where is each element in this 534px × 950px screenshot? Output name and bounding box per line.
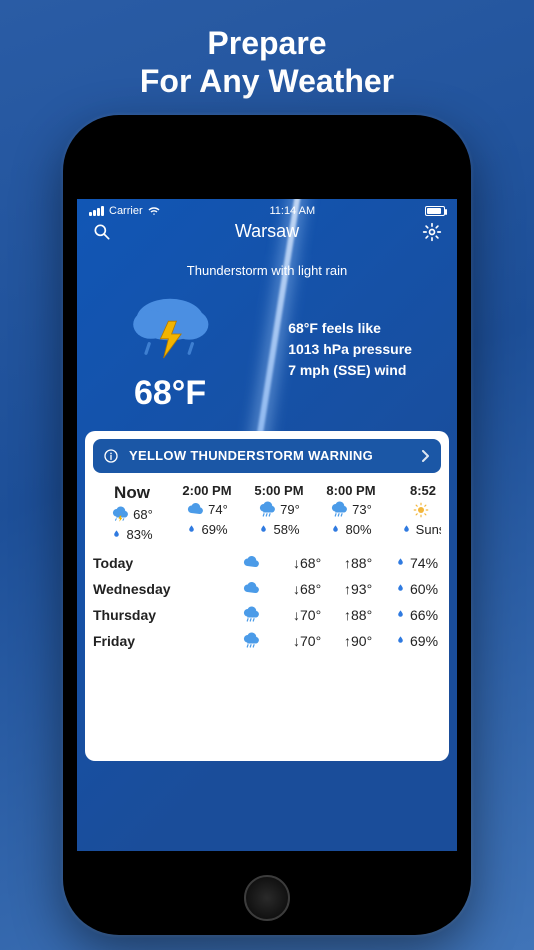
signal-icon xyxy=(89,206,104,216)
day-humidity: 60% xyxy=(395,581,441,597)
app-screen: Carrier 11:14 AM Warsaw Thunderstorm wit… xyxy=(77,199,457,851)
daily-row[interactable]: Wednesday ↓68° ↑93° 60% xyxy=(93,580,441,598)
hourly-col[interactable]: 8:52 Suns xyxy=(387,483,441,537)
hourly-humidity: 80% xyxy=(330,522,371,537)
day-high: ↑93° xyxy=(344,581,390,597)
hourly-humidity: 83% xyxy=(111,527,152,542)
day-high: ↑88° xyxy=(344,607,390,623)
day-humidity: 69% xyxy=(395,633,441,649)
feels-like: 68°F feels like xyxy=(288,318,412,339)
search-icon[interactable] xyxy=(91,221,113,243)
day-low: ↓68° xyxy=(293,555,339,571)
status-bar: Carrier 11:14 AM xyxy=(77,199,457,217)
day-low: ↓70° xyxy=(293,607,339,623)
status-time: 11:14 AM xyxy=(269,205,315,217)
hourly-humidity: 58% xyxy=(258,522,299,537)
daily-forecast[interactable]: Today ↓68° ↑88° 74% Wednesday ↓68° ↑93° 60% Thur… xyxy=(93,554,441,650)
hourly-temp: 79° xyxy=(258,501,300,519)
hourly-temp: 68° xyxy=(111,506,153,524)
hero-stats: 68°F feels like 1013 hPa pressure 7 mph … xyxy=(288,318,412,381)
hourly-temp: 73° xyxy=(330,501,372,519)
day-name: Today xyxy=(93,555,199,571)
daily-row[interactable]: Thursday ↓70° ↑88° 66% xyxy=(93,606,441,624)
hourly-col[interactable]: Now 68° 83% xyxy=(93,483,171,542)
weather-alert[interactable]: YELLOW THUNDERSTORM WARNING xyxy=(93,439,441,473)
wind-label: 7 mph (SSE) wind xyxy=(288,360,412,381)
hourly-time: 8:52 xyxy=(410,483,436,498)
home-button[interactable] xyxy=(244,875,290,921)
day-icon xyxy=(242,580,288,598)
day-name: Thursday xyxy=(93,607,199,623)
alert-text: YELLOW THUNDERSTORM WARNING xyxy=(129,448,373,463)
day-low: ↓68° xyxy=(293,581,339,597)
daily-row[interactable]: Friday ↓70° ↑90° 69% xyxy=(93,632,441,650)
condition-text: Thunderstorm with light rain xyxy=(77,243,457,284)
chevron-right-icon xyxy=(421,449,431,463)
promo-title: Prepare For Any Weather xyxy=(0,0,534,111)
battery-icon xyxy=(425,206,445,216)
settings-icon[interactable] xyxy=(421,221,443,243)
phone-frame: Carrier 11:14 AM Warsaw Thunderstorm wit… xyxy=(63,115,471,935)
hourly-humidity: Suns xyxy=(401,522,441,537)
forecast-card: YELLOW THUNDERSTORM WARNING Now 68° 83% 2:0… xyxy=(85,431,449,761)
day-icon xyxy=(242,554,288,572)
hourly-temp: 74° xyxy=(186,501,228,519)
promo-line-1: Prepare xyxy=(207,25,326,61)
hourly-time: 5:00 PM xyxy=(254,483,303,498)
day-high: ↑90° xyxy=(344,633,390,649)
hourly-col[interactable]: 5:00 PM 79° 58% xyxy=(243,483,315,537)
location-title[interactable]: Warsaw xyxy=(235,221,299,242)
hourly-forecast[interactable]: Now 68° 83% 2:00 PM 74° 69% 5:00 PM 79° 58% 8:00 … xyxy=(93,483,441,542)
daily-row[interactable]: Today ↓68° ↑88° 74% xyxy=(93,554,441,572)
day-name: Wednesday xyxy=(93,581,199,597)
day-name: Friday xyxy=(93,633,199,649)
day-icon xyxy=(242,606,288,624)
wifi-icon xyxy=(148,205,160,217)
pressure-label: 1013 hPa pressure xyxy=(288,339,412,360)
day-low: ↓70° xyxy=(293,633,339,649)
hero-weather-icon xyxy=(122,286,218,366)
hourly-humidity: 69% xyxy=(186,522,227,537)
hourly-temp xyxy=(412,501,434,519)
day-humidity: 74% xyxy=(395,555,441,571)
hourly-time: 8:00 PM xyxy=(326,483,375,498)
hero-temperature: 68°F xyxy=(134,374,206,413)
hourly-col[interactable]: 2:00 PM 74° 69% xyxy=(171,483,243,537)
hourly-time: 2:00 PM xyxy=(182,483,231,498)
day-icon xyxy=(242,632,288,650)
carrier-label: Carrier xyxy=(109,205,143,217)
promo-line-2: For Any Weather xyxy=(140,63,394,99)
info-icon xyxy=(103,448,119,464)
day-humidity: 66% xyxy=(395,607,441,623)
day-high: ↑88° xyxy=(344,555,390,571)
hourly-col[interactable]: 8:00 PM 73° 80% xyxy=(315,483,387,537)
hourly-time: Now xyxy=(114,483,150,503)
